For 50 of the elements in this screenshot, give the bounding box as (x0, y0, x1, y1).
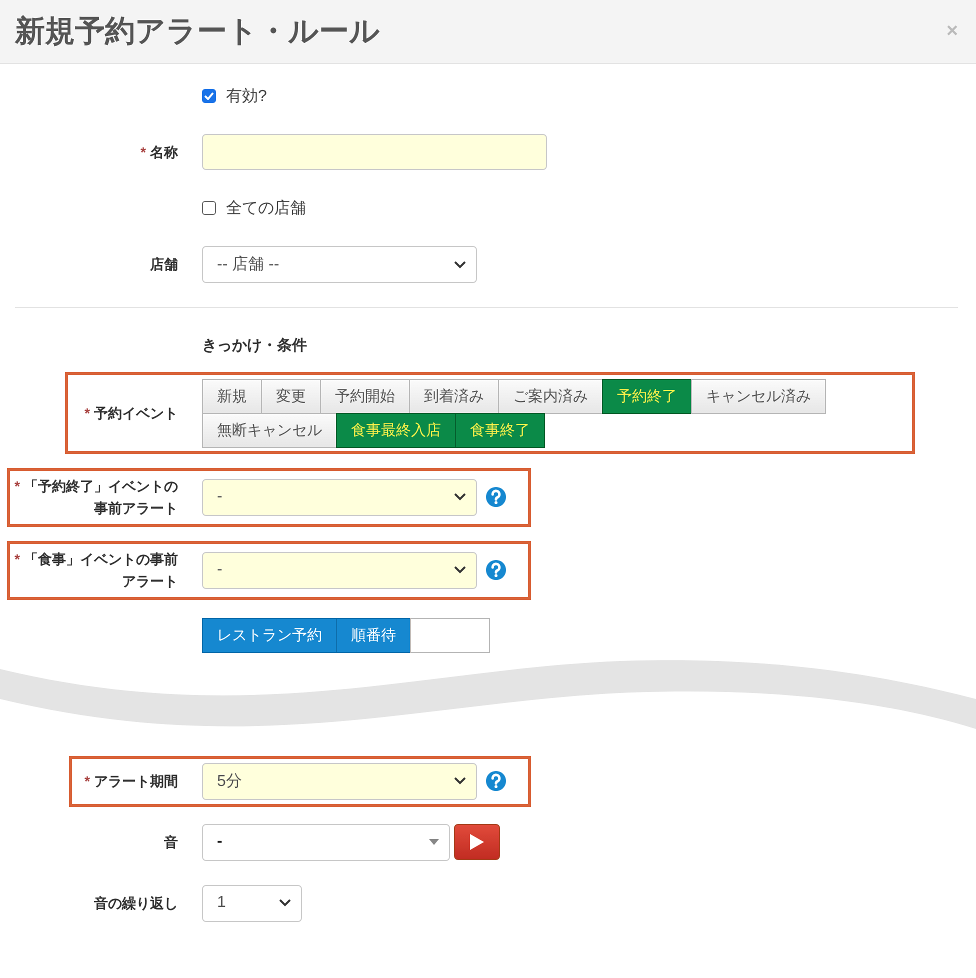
toggle-button[interactable]: 予約終了 (602, 379, 692, 414)
field-label: 「食事」イベントの事前アラート (24, 550, 178, 590)
help-icon[interactable] (485, 770, 507, 792)
chevron-down-icon (454, 566, 466, 574)
field-label: 予約イベント (94, 404, 178, 421)
checkbox-label: 有効? (226, 86, 267, 106)
required-mark: * (140, 144, 146, 160)
select-field[interactable]: 1 (202, 884, 302, 922)
name-input-field[interactable] (202, 134, 547, 170)
field-label: 音 (164, 834, 178, 850)
caret-icon (429, 839, 439, 846)
toggle-button[interactable]: 食事最終入店 (336, 413, 456, 448)
play-icon (469, 833, 485, 852)
field-label: 「予約終了」イベントの事前アラート (24, 478, 178, 516)
toggle-button[interactable]: 無断キャンセル (202, 413, 337, 448)
play-button[interactable] (454, 824, 500, 860)
field-label: 店舗 (150, 256, 178, 272)
required-mark: * (84, 772, 90, 789)
chevron-down-icon (454, 260, 466, 268)
checkbox-label: 全ての店舗 (226, 198, 306, 218)
checkbox[interactable] (202, 201, 216, 215)
dialog-title: 新規予約アラート・ルール (15, 14, 380, 50)
select-field[interactable]: - (202, 478, 477, 516)
toggle-button[interactable]: 予約開始 (320, 379, 410, 414)
toggle-button[interactable]: 順番待 (336, 618, 411, 653)
sound-select-field[interactable]: - (202, 824, 450, 861)
toggle-button[interactable]: 到着済み (409, 379, 499, 414)
toggle-button[interactable]: ご案内済み (498, 379, 603, 414)
help-icon[interactable] (485, 559, 507, 582)
field-label: 音の繰り返し (94, 894, 178, 911)
chevron-down-icon (279, 899, 291, 908)
required-mark: * (84, 404, 90, 421)
chevron-down-icon (454, 493, 466, 502)
select-field[interactable]: - (202, 552, 477, 589)
toggle-button[interactable]: 食事終了 (455, 413, 545, 448)
help-icon[interactable] (485, 486, 507, 508)
select-field[interactable]: 5分 (202, 762, 477, 800)
select-field[interactable]: -- 店舗 -- (202, 246, 477, 283)
section-heading: きっかけ・条件 (202, 336, 308, 355)
required-mark: * (14, 478, 20, 494)
chevron-down-icon (454, 777, 466, 786)
blank-toggle-button[interactable] (410, 618, 490, 653)
field-label: アラート期間 (94, 772, 178, 789)
toggle-button[interactable]: 新規 (202, 379, 262, 414)
toggle-button[interactable]: 変更 (261, 379, 321, 414)
toggle-button[interactable]: キャンセル済み (691, 379, 826, 414)
checkbox[interactable] (202, 89, 216, 103)
toggle-button[interactable]: レストラン予約 (202, 618, 337, 653)
field-label: 名称 (150, 144, 178, 160)
required-mark: * (14, 550, 20, 567)
